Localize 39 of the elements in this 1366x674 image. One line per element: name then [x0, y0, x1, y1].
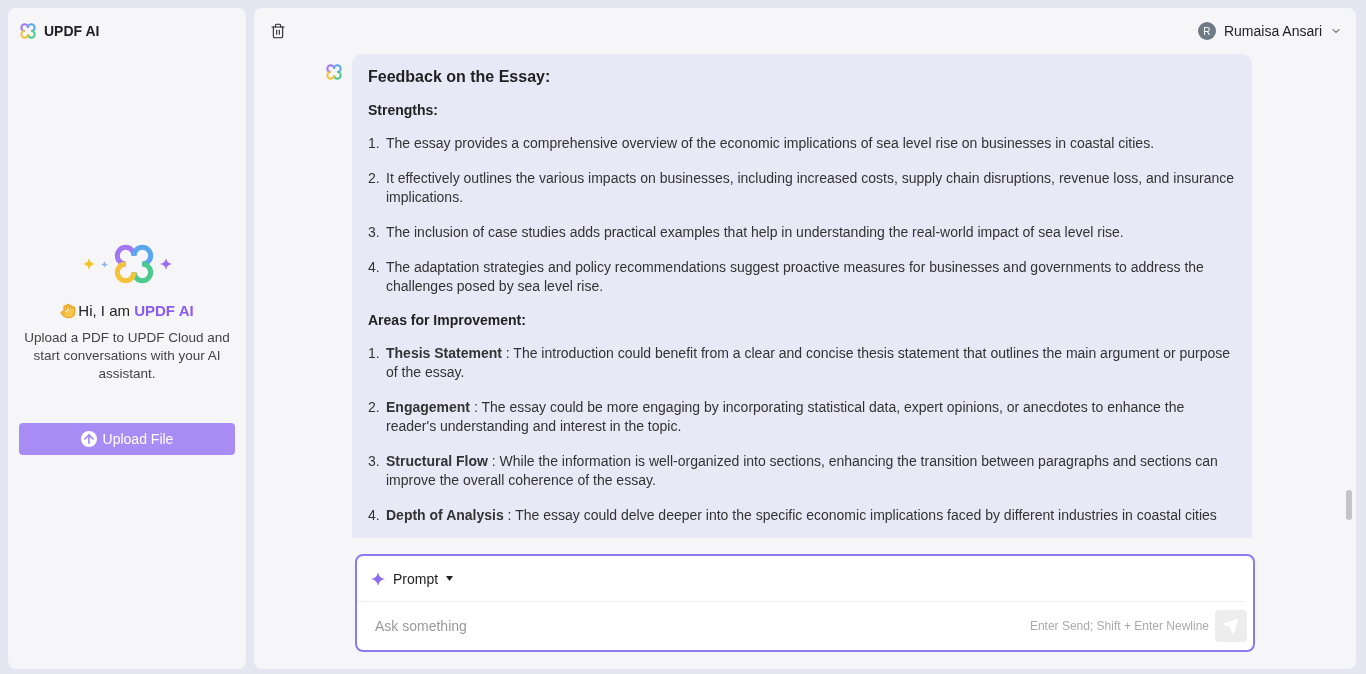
list-item-text: The inclusion of case studies adds practical examples that help in understanding the real-world impact of sea level rise. — [386, 223, 1124, 242]
brand-name: UPDF AI — [44, 23, 100, 39]
scrollbar-thumb[interactable] — [1346, 490, 1352, 520]
prompt-mode-dropdown[interactable]: Prompt — [393, 570, 454, 587]
upload-icon — [80, 431, 97, 447]
section-heading: Strengths: — [368, 102, 439, 118]
list-item-text: Engagement : The essay could be more engaging by incorporating statistical data, expert opinions, or anecdotes to enhance the reader's understanding and interest in the topic. — [386, 398, 1186, 436]
list-item-text: It effectively outlines the various impacts on businesses, including increased costs, supply chain disruptions, revenue loss, and insurance implications. — [386, 169, 1235, 207]
list-item-text: Depth of Analysis : The essay could delve deeper into the specific economic implications faced by different industries in coastal cities — [386, 506, 1217, 525]
user-name: Rumaisa Ansari — [1223, 23, 1322, 39]
intro-description: Upload a PDF to UPDF Cloud and start conversations with your AI assistant. — [23, 329, 231, 383]
message-input[interactable]: Ask something — [373, 617, 1024, 635]
sparkle-icon — [371, 571, 385, 586]
sparkle-icon — [82, 258, 95, 270]
logo-icon — [326, 64, 342, 80]
sparkle-icon — [100, 260, 108, 268]
logo-icon — [113, 244, 154, 284]
list-number: 1. — [368, 134, 381, 153]
list-number: 2. — [368, 169, 381, 188]
logo-icon — [20, 23, 36, 39]
list-number: 3. — [368, 223, 381, 242]
section-heading: Areas for Improvement: — [368, 312, 527, 328]
list-number: 4. — [368, 258, 381, 277]
list-item-text: Structural Flow : While the information is well-organized into sections, enhancing the transition between paragraphs and sections can improve the overall coherence of the essay. — [386, 452, 1219, 490]
list-item-text: The adaptation strategies and policy recommendations suggest proactive measures for businesses and governments to address the challenges posed by sea level rise. — [386, 258, 1205, 296]
user-menu[interactable]: R Rumaisa Ansari — [1197, 22, 1342, 40]
sparkle-icon — [159, 258, 172, 270]
trash-icon[interactable] — [270, 23, 286, 39]
greeting-text: Hi, I am UPDF AI — [78, 302, 194, 319]
list-item-text: Thesis Statement : The introduction could benefit from a clear and concise thesis statement that outlines the main argument or purpose of the essay. — [386, 344, 1232, 382]
list-number: 4. — [368, 506, 381, 525]
message-title: Feedback on the Essay: — [368, 68, 552, 86]
list-item-text: The essay provides a comprehensive overview of the economic implications of sea level rise on businesses in coastal cities. — [386, 134, 1155, 153]
caret-down-icon — [446, 576, 454, 581]
user-avatar: R — [1197, 22, 1216, 40]
keyboard-hint: Enter Send; Shift + Enter Newline — [1029, 619, 1209, 633]
list-number: 2. — [368, 398, 381, 417]
list-number: 3. — [368, 452, 381, 471]
list-number: 1. — [368, 344, 381, 363]
